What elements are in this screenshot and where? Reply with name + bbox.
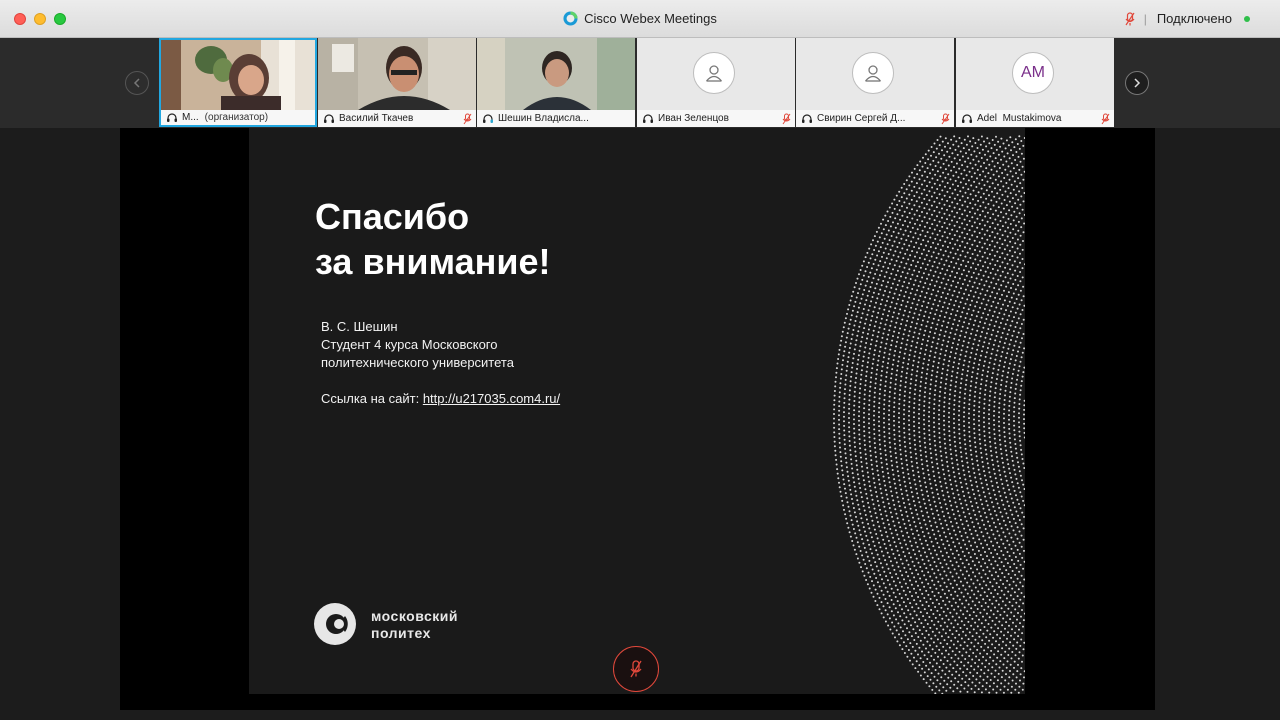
person-icon: [706, 65, 722, 82]
author-position: Студент 4 курса Московского: [321, 337, 498, 352]
headset-icon: [962, 113, 972, 123]
previous-participants-button[interactable]: [125, 71, 149, 95]
participant-name: Adel Mustakimova: [977, 113, 1062, 124]
slide-author-info: В. С. Шешин Студент 4 курса Московского …: [321, 318, 560, 408]
slide-title: Спасибо за внимание!: [315, 194, 735, 284]
author-position: политехнического университета: [321, 355, 514, 370]
headset-icon: [643, 113, 653, 123]
webex-logo-icon: [563, 11, 578, 26]
muted-microphone-icon: [782, 113, 791, 124]
avatar: [693, 52, 735, 94]
app-title-text: Cisco Webex Meetings: [584, 11, 717, 26]
muted-microphone-icon: [941, 113, 950, 124]
muted-microphone-icon: [463, 113, 472, 124]
slide-title-line: Спасибо: [315, 196, 470, 237]
participant-tile-host[interactable]: М... (организатор): [159, 38, 317, 127]
connection-status-dot: [1244, 15, 1250, 22]
participant-video: [318, 38, 476, 110]
connection-status: | Подключено: [1124, 11, 1250, 26]
headset-icon: [167, 112, 177, 122]
site-label: Ссылка на сайт:: [321, 391, 423, 406]
window-titlebar: Cisco Webex Meetings | Подключено: [0, 0, 1280, 38]
headset-active-icon: [483, 113, 493, 123]
logo-text-line: политех: [371, 625, 431, 641]
person-icon: [865, 65, 881, 82]
participant-name: Шешин Владисла...: [498, 113, 589, 124]
participant-name: Иван Зеленцов: [658, 113, 729, 124]
university-logo-text: московский политех: [371, 608, 458, 642]
muted-microphone-icon: [630, 660, 642, 678]
participant-namebar: М... (организатор): [161, 110, 315, 125]
participant-tile[interactable]: Шешин Владисла...: [477, 38, 635, 127]
participant-video: [161, 40, 315, 112]
connection-status-text: Подключено: [1156, 11, 1232, 26]
participant-tile[interactable]: Иван Зеленцов: [637, 38, 795, 127]
university-logo-mark: [314, 603, 356, 645]
participant-tile[interactable]: Василий Ткачев: [318, 38, 476, 127]
shared-content-stage: Спасибо за внимание! В. С. Шешин Студент…: [0, 128, 1280, 720]
participant-role: (организатор): [204, 112, 269, 123]
participant-namebar: Свирин Сергей Д...: [796, 110, 954, 127]
participant-name: Свирин Сергей Д...: [817, 113, 906, 124]
presentation-slide: Спасибо за внимание! В. С. Шешин Студент…: [249, 128, 1025, 694]
chevron-right-icon: [1134, 78, 1141, 88]
participant-strip: М... (организатор) Василий Ткачев Шешин …: [0, 38, 1280, 128]
participant-namebar: Василий Ткачев: [318, 110, 476, 127]
chevron-left-icon: [133, 78, 140, 88]
avatar: [852, 52, 894, 94]
headset-icon: [324, 113, 334, 123]
site-link[interactable]: http://u217035.com4.ru/: [423, 391, 560, 406]
participant-tile[interactable]: AM Adel Mustakimova: [956, 38, 1114, 127]
logo-text-line: московский: [371, 608, 458, 624]
avatar: AM: [1012, 52, 1054, 94]
headset-icon: [802, 113, 812, 123]
muted-microphone-icon: [1101, 113, 1110, 124]
participant-tile[interactable]: Свирин Сергей Д...: [796, 38, 954, 127]
participant-namebar: Шешин Владисла...: [477, 110, 635, 127]
participant-name: Василий Ткачев: [339, 113, 414, 124]
university-logo: московский политех: [313, 602, 493, 646]
unmute-button[interactable]: [613, 646, 659, 692]
slide-title-line: за внимание!: [315, 241, 551, 282]
status-separator: |: [1143, 11, 1147, 26]
participant-video: [477, 38, 635, 110]
site-line: Ссылка на сайт: http://u217035.com4.ru/: [321, 390, 560, 408]
avatar-initials: AM: [1021, 64, 1045, 81]
next-participants-button[interactable]: [1125, 71, 1149, 95]
author-name: В. С. Шешин: [321, 319, 398, 334]
participant-namebar: Adel Mustakimova: [956, 110, 1114, 127]
participant-name: М...: [182, 112, 199, 123]
participant-namebar: Иван Зеленцов: [637, 110, 795, 127]
muted-microphone-icon[interactable]: [1124, 11, 1136, 26]
window-title: Cisco Webex Meetings: [0, 11, 1280, 26]
